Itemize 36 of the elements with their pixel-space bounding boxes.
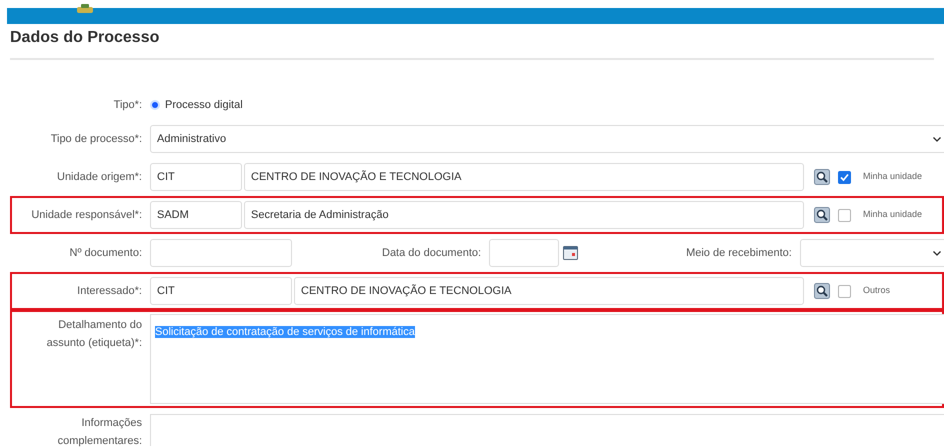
radio-option[interactable]: Processo digital [150, 96, 243, 114]
search-icon[interactable] [814, 207, 830, 223]
field-label: Data do documento: [382, 246, 482, 261]
search-icon[interactable] [814, 169, 830, 185]
field-label: Detalhamento do assunto (etiqueta)*: [46, 318, 142, 351]
field-label: Unidade origem*: [57, 170, 142, 185]
section-title: Dados do Processo [10, 28, 160, 48]
chevron-icon [933, 136, 941, 142]
select-field[interactable]: Administrativo [150, 125, 944, 153]
checkbox[interactable] [838, 284, 851, 298]
checkbox[interactable] [838, 170, 851, 184]
info-textarea[interactable] [150, 414, 944, 446]
field-label: Interessado*: [77, 284, 142, 299]
field-label: Tipo de processo*: [50, 132, 142, 147]
date-field[interactable] [489, 239, 560, 267]
document-number-field[interactable] [150, 239, 292, 267]
field-label: Informações complementares: [56, 416, 142, 448]
code-field[interactable]: CIT [150, 163, 242, 191]
checkbox-label: Minha unidade [863, 208, 922, 222]
code-field[interactable]: SADM [150, 201, 242, 229]
checkbox-label: Minha unidade [863, 170, 922, 184]
field-label: Nº documento: [70, 246, 142, 261]
search-icon[interactable] [814, 283, 830, 299]
chevron-icon [933, 250, 941, 256]
name-field[interactable]: CENTRO DE INOVAÇÃO E TECNOLOGIA [244, 163, 804, 191]
field-label: Meio de recebimento: [686, 246, 792, 261]
select-field[interactable] [800, 239, 944, 267]
code-field[interactable]: CIT [150, 277, 292, 305]
emblem-icon [75, 4, 95, 14]
calendar-icon[interactable] [563, 246, 578, 260]
name-field[interactable]: CENTRO DE INOVAÇÃO E TECNOLOGIA [294, 277, 804, 305]
checkbox[interactable] [838, 208, 851, 222]
field-label: Tipo*: [114, 98, 142, 113]
name-field[interactable]: Secretaria de Administração [244, 201, 804, 229]
checkbox-label: Outros [863, 284, 890, 298]
field-label: Unidade responsável*: [31, 208, 142, 223]
